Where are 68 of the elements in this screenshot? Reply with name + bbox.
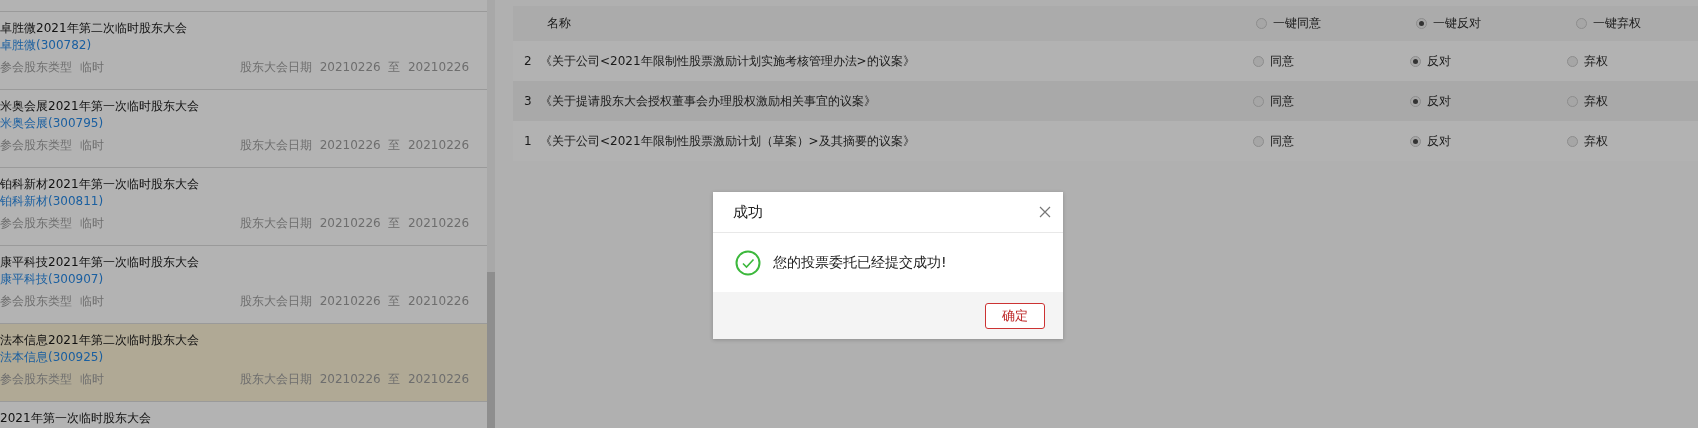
radio-option[interactable]: 同意	[1253, 132, 1410, 150]
option-label: 同意	[1270, 132, 1294, 150]
dialog-title: 成功	[733, 202, 763, 222]
option-label: 弃权	[1584, 132, 1608, 150]
row-number: 1	[524, 134, 533, 148]
option-label: 同意	[1270, 52, 1294, 70]
scrollbar[interactable]	[487, 0, 495, 428]
meeting-title: 法本信息2021年第二次临时股东大会	[0, 332, 199, 349]
scrollbar-thumb[interactable]	[487, 272, 495, 428]
motion-title: 《关于公司<2021年限制性股票激励计划实施考核管理办法>的议案》	[540, 52, 916, 70]
option-label: 反对	[1427, 132, 1451, 150]
date-text: 股东大会日期 20210226 至 20210226	[240, 59, 470, 76]
radio-icon[interactable]	[1567, 95, 1578, 107]
option-label: 一键弃权	[1593, 15, 1641, 32]
option-label: 弃权	[1584, 52, 1608, 70]
radio-icon[interactable]	[1410, 55, 1421, 67]
option-label: 弃权	[1584, 92, 1608, 110]
radio-icon[interactable]	[1410, 135, 1421, 147]
meeting-title: 康平科技2021年第一次临时股东大会	[0, 254, 199, 271]
row-number: 2	[524, 54, 533, 68]
option-label: 反对	[1427, 52, 1451, 70]
radio-icon[interactable]	[1416, 18, 1427, 29]
option-label: 同意	[1270, 92, 1294, 110]
check-circle-icon	[735, 249, 761, 276]
option-label: 一键同意	[1273, 15, 1321, 32]
close-icon[interactable]	[1039, 206, 1051, 218]
radio-option[interactable]: 一键同意	[1256, 15, 1413, 32]
radio-option[interactable]: 反对	[1410, 92, 1567, 110]
date-text: 股东大会日期 20210226 至 20210226	[240, 371, 470, 388]
type-text: 参会股东类型 临时	[0, 59, 105, 76]
radio-option[interactable]: 一键弃权	[1576, 15, 1698, 32]
type-text: 参会股东类型 临时	[0, 215, 105, 232]
radio-icon[interactable]	[1253, 95, 1264, 107]
motion-title: 《关于公司<2021年限制性股票激励计划（草案）>及其摘要的议案》	[540, 132, 916, 150]
type-text: 参会股东类型 临时	[0, 293, 105, 310]
meeting-item[interactable]: 法本信息2021年第二次临时股东大会 法本信息(300925) 参会股东类型 临时 股东大会日期 20210226 至 20210226	[0, 323, 487, 401]
radio-option[interactable]: 同意	[1253, 52, 1410, 70]
radio-icon[interactable]	[1253, 55, 1264, 67]
meeting-item[interactable]: 2021年第一次临时股东大会	[0, 401, 487, 428]
radio-option[interactable]: 反对	[1410, 132, 1567, 150]
type-text: 参会股东类型 临时	[0, 137, 105, 154]
motion-title: 《关于提请股东大会授权董事会办理股权激励相关事宜的议案》	[540, 92, 877, 110]
radio-icon[interactable]	[1253, 135, 1264, 147]
date-text: 股东大会日期 20210226 至 20210226	[240, 293, 470, 310]
radio-option[interactable]: 弃权	[1567, 52, 1698, 70]
date-text: 股东大会日期 20210226 至 20210226	[240, 215, 470, 232]
radio-icon[interactable]	[1567, 55, 1578, 67]
option-label: 一键反对	[1433, 15, 1481, 32]
dialog-message: 您的投票委托已经提交成功!	[773, 253, 947, 272]
meeting-title: 卓胜微2021年第二次临时股东大会	[0, 20, 187, 37]
radio-option[interactable]: 反对	[1410, 52, 1567, 70]
radio-icon[interactable]	[1410, 95, 1421, 107]
date-text: 股东大会日期 20210226 至 20210226	[240, 137, 470, 154]
option-label: 反对	[1427, 92, 1451, 110]
meeting-title: 2021年第一次临时股东大会	[0, 410, 151, 427]
type-text: 参会股东类型 临时	[0, 371, 105, 388]
confirm-button[interactable]: 确定	[985, 302, 1045, 329]
radio-option[interactable]: 弃权	[1567, 92, 1698, 110]
column-header: 名称	[547, 15, 572, 32]
radio-option[interactable]: 弃权	[1567, 132, 1698, 150]
radio-option[interactable]: 同意	[1253, 92, 1410, 110]
radio-option[interactable]: 一键反对	[1416, 15, 1573, 32]
meeting-title: 米奥会展2021年第一次临时股东大会	[0, 98, 199, 115]
meeting-title: 铂科新材2021年第一次临时股东大会	[0, 176, 199, 193]
row-number: 3	[524, 94, 533, 108]
radio-icon[interactable]	[1567, 135, 1578, 147]
radio-icon[interactable]	[1256, 18, 1267, 29]
radio-icon[interactable]	[1576, 18, 1587, 29]
